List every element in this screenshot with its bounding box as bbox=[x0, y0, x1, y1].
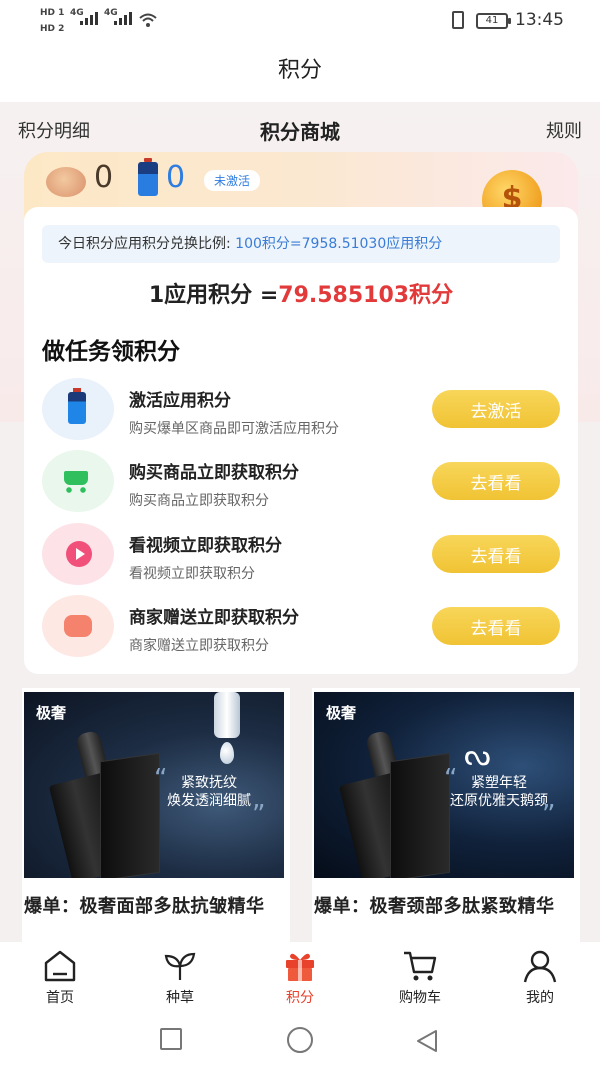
view-button[interactable]: 去看看 bbox=[432, 462, 560, 500]
tab-label: 首页 bbox=[46, 990, 74, 1006]
app-rate-value: 79.585103积分 bbox=[278, 283, 454, 308]
tasks-card: 今日积分应用积分兑换比例: 100积分=7958.51030应用积分 1应用积分… bbox=[24, 207, 578, 674]
exchange-rate-label: 今日积分应用积分兑换比例: bbox=[58, 236, 231, 252]
status-time: 13:45 bbox=[515, 10, 564, 30]
product-image: 极奢 ᔓ “ 紧塑年轻 还原优雅天鹅颈 ” bbox=[314, 692, 574, 878]
system-nav-bar bbox=[0, 1014, 600, 1067]
tab-grass[interactable]: 种草 bbox=[120, 942, 240, 1014]
battery-icon bbox=[42, 378, 114, 440]
page-title: 积分 bbox=[0, 42, 600, 102]
dropper-graphic bbox=[214, 692, 240, 738]
gift-icon bbox=[42, 595, 114, 657]
brand-logo: 极奢 bbox=[36, 704, 67, 722]
gift-box-icon bbox=[286, 953, 314, 981]
sim1-label: HD 1 bbox=[40, 8, 65, 18]
status-bar: HD 1 HD 2 4G 4G 41 13:45 bbox=[0, 0, 600, 42]
cart-icon bbox=[42, 450, 114, 512]
app-points-rate: 1应用积分 =79.585103积分 bbox=[24, 277, 578, 309]
task-desc: 购买商品立即获取积分 bbox=[129, 493, 269, 509]
status-badge: 未激活 bbox=[204, 170, 261, 191]
task-desc: 购买爆单区商品即可激活应用积分 bbox=[129, 421, 339, 437]
product-box-graphic bbox=[100, 752, 160, 878]
sim2-label: HD 2 bbox=[40, 24, 65, 34]
quote-mark: ” bbox=[542, 800, 556, 830]
recent-apps-button[interactable] bbox=[160, 1028, 182, 1050]
view-button[interactable]: 去看看 bbox=[432, 607, 560, 645]
task-item-video: 看视频立即获取积分 看视频立即获取积分 去看看 bbox=[24, 523, 578, 589]
tab-points[interactable]: 积分 bbox=[240, 942, 360, 1014]
slogan-line: 紧塑年轻 bbox=[471, 775, 527, 791]
signal-icon bbox=[114, 12, 132, 25]
user-icon bbox=[523, 950, 557, 983]
shopping-cart-icon bbox=[404, 951, 437, 981]
drop-graphic bbox=[220, 742, 234, 764]
task-desc: 看视频立即获取积分 bbox=[129, 566, 255, 582]
tab-cart[interactable]: 购物车 bbox=[360, 942, 480, 1014]
task-title: 购买商品立即获取积分 bbox=[129, 463, 299, 483]
task-item-gift: 商家赠送立即获取积分 商家赠送立即获取积分 去看看 bbox=[24, 595, 578, 661]
activate-button[interactable]: 去激活 bbox=[432, 390, 560, 428]
slogan-line: 紧致抚纹 bbox=[181, 775, 237, 791]
product-name: 爆单：极奢颈部多肽紧致精华 bbox=[314, 896, 555, 917]
product-card[interactable]: 极奢 ᔓ “ 紧塑年轻 还原优雅天鹅颈 ” 爆单：极奢颈部多肽紧致精华 bbox=[312, 688, 580, 942]
points-mall-title: 积分商城 bbox=[260, 120, 340, 144]
points-detail-link[interactable]: 积分明细 bbox=[18, 117, 90, 143]
swan-logo-icon: ᔓ bbox=[464, 738, 491, 773]
brand-logo: 极奢 bbox=[326, 704, 357, 722]
task-desc: 商家赠送立即获取积分 bbox=[129, 638, 269, 654]
tab-label: 我的 bbox=[526, 990, 554, 1006]
video-play-icon bbox=[42, 523, 114, 585]
exchange-rate-value: 100积分=7958.51030应用积分 bbox=[235, 236, 443, 252]
points-nav: 积分明细 积分商城 规则 bbox=[0, 102, 600, 154]
tab-profile[interactable]: 我的 bbox=[480, 942, 600, 1014]
product-image: 极奢 “ 紧致抚纹 焕发透润细腻 ” bbox=[24, 692, 284, 878]
task-title: 商家赠送立即获取积分 bbox=[129, 608, 299, 628]
bottom-tab-bar: 首页 种草 积分 购物车 我的 bbox=[0, 942, 600, 1014]
quote-mark: ” bbox=[252, 800, 266, 830]
tab-label: 购物车 bbox=[399, 990, 441, 1006]
product-card[interactable]: 极奢 “ 紧致抚纹 焕发透润细腻 ” 爆单：极奢面部多肽抗皱精华 bbox=[22, 688, 290, 942]
product-box-graphic bbox=[390, 752, 450, 878]
battery-indicator: 41 bbox=[476, 13, 511, 29]
points-value: 0 bbox=[94, 160, 114, 195]
tasks-heading: 做任务领积分 bbox=[42, 339, 180, 365]
exchange-rate-banner: 今日积分应用积分兑换比例: 100积分=7958.51030应用积分 bbox=[42, 225, 560, 263]
rules-link[interactable]: 规则 bbox=[546, 117, 582, 143]
battery-icon bbox=[138, 158, 158, 196]
task-item-buy: 购买商品立即获取积分 购买商品立即获取积分 去看看 bbox=[24, 450, 578, 516]
coin-icon bbox=[46, 167, 86, 197]
sprout-icon bbox=[164, 952, 196, 980]
task-title: 激活应用积分 bbox=[129, 391, 231, 411]
view-button[interactable]: 去看看 bbox=[432, 535, 560, 573]
home-button[interactable] bbox=[287, 1027, 313, 1053]
signal-icon bbox=[80, 12, 98, 25]
app-points-value: 0 bbox=[166, 160, 186, 195]
tab-label: 积分 bbox=[286, 990, 314, 1006]
home-icon bbox=[44, 950, 76, 982]
task-title: 看视频立即获取积分 bbox=[129, 536, 282, 556]
tab-label: 种草 bbox=[166, 990, 194, 1006]
app-rate-prefix: 1应用积分 = bbox=[148, 283, 279, 308]
task-item-activate: 激活应用积分 购买爆单区商品即可激活应用积分 去激活 bbox=[24, 378, 578, 444]
product-name: 爆单：极奢面部多肽抗皱精华 bbox=[24, 896, 265, 917]
tab-home[interactable]: 首页 bbox=[0, 942, 120, 1014]
wifi-icon bbox=[139, 13, 157, 27]
back-icon[interactable] bbox=[414, 1028, 440, 1054]
vibrate-icon bbox=[452, 11, 464, 29]
